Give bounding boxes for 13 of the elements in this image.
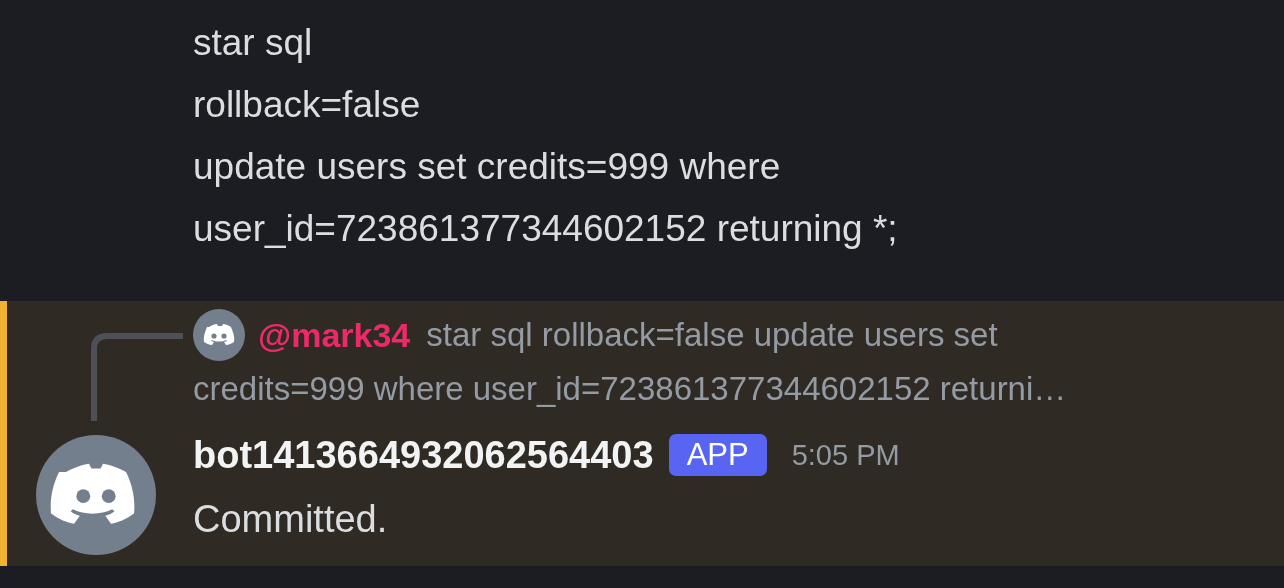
reply-author-link[interactable]: @mark34 <box>258 315 411 355</box>
reply-preview-text[interactable]: credits=999 where user_id=723861377344602152 returni… <box>193 363 1067 415</box>
app-tag: APP <box>668 434 767 476</box>
message-text: update users set credits=999 where <box>193 145 782 189</box>
message-text: Committed. <box>193 497 389 542</box>
reply-preview-text[interactable]: star sql rollback=false update users set <box>426 309 998 361</box>
avatar-icon[interactable] <box>193 309 245 361</box>
message-text: star sql <box>193 21 314 65</box>
timestamp: 5:05 PM <box>791 438 900 472</box>
avatar-icon[interactable] <box>36 435 156 555</box>
username[interactable]: bot1413664932062564403 <box>193 433 654 477</box>
message-text: rollback=false <box>193 83 422 127</box>
message-text: user_id=723861377344602152 returning *; <box>193 207 899 251</box>
